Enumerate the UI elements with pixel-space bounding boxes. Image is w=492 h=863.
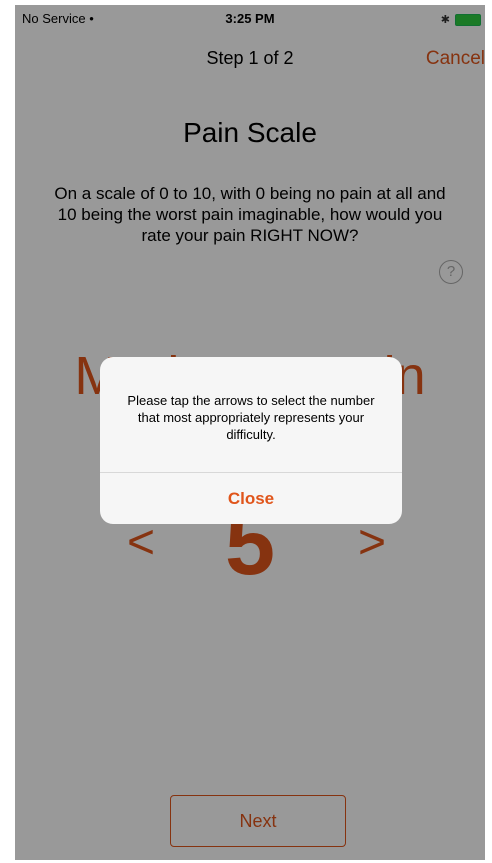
close-button[interactable]: Close: [100, 473, 402, 524]
app-screen: No Service • 3:25 PM ✱ Step 1 of 2 Cance…: [15, 5, 485, 860]
instruction-alert: Please tap the arrows to select the numb…: [100, 357, 402, 524]
alert-message: Please tap the arrows to select the numb…: [127, 393, 375, 442]
